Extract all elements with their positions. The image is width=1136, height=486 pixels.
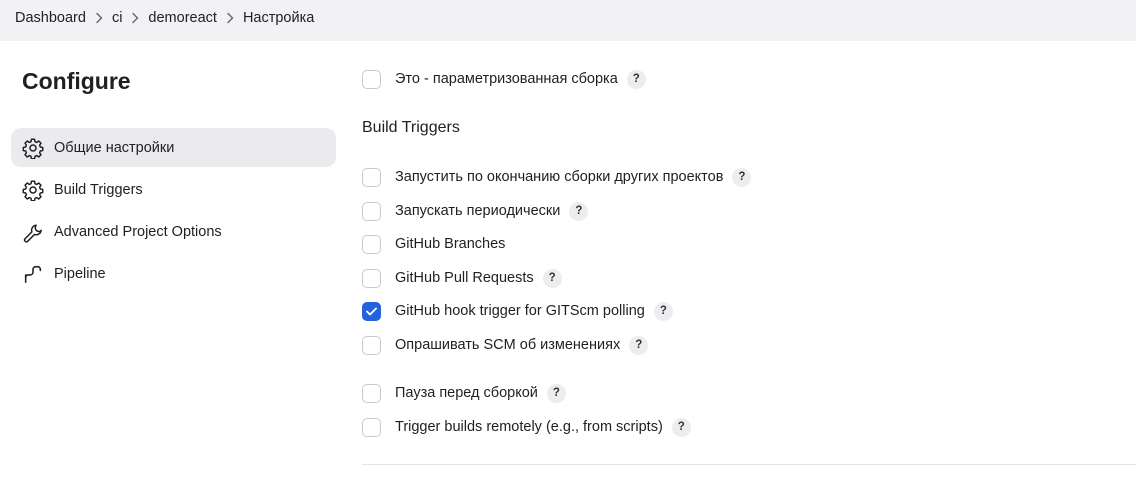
option-trigger-remotely: Trigger builds remotely (e.g., from scri… (362, 416, 691, 438)
parameterized-checkbox[interactable] (362, 69, 381, 89)
breadcrumb: Dashboard ci demoreact Настройка (15, 10, 314, 26)
breadcrumb-ci[interactable]: ci (112, 10, 122, 26)
github-pull-requests-checkbox[interactable] (362, 268, 381, 288)
sidebar-item-label: Общие настройки (54, 139, 175, 156)
help-icon[interactable]: ? (626, 69, 646, 89)
poll-scm-checkbox[interactable] (362, 335, 381, 355)
option-label: Пауза перед сборкой (395, 385, 538, 401)
gear-icon (21, 178, 45, 202)
wrench-icon (21, 220, 45, 244)
option-trigger-periodically: Запускать периодически ? (362, 200, 589, 222)
breadcrumb-bar: Dashboard ci demoreact Настройка (0, 0, 1136, 41)
trigger-after-other-projects-checkbox[interactable] (362, 167, 381, 187)
help-icon[interactable]: ? (671, 417, 691, 437)
sidebar-item-general[interactable]: Общие настройки (11, 128, 336, 167)
breadcrumb-dashboard[interactable]: Dashboard (15, 10, 86, 26)
option-github-hook-trigger: GitHub hook trigger for GITScm polling ? (362, 300, 673, 322)
option-poll-scm: Опрашивать SCM об изменениях ? (362, 334, 649, 356)
gear-icon (21, 136, 45, 160)
breadcrumb-demoreact[interactable]: demoreact (148, 10, 217, 26)
sidebar-item-build-triggers[interactable]: Build Triggers (11, 170, 336, 209)
quiet-period-checkbox[interactable] (362, 383, 381, 403)
help-icon[interactable]: ? (629, 335, 649, 355)
checkmark-icon (366, 307, 377, 315)
option-github-branches: GitHub Branches (362, 233, 505, 255)
help-icon[interactable]: ? (546, 383, 566, 403)
option-parameterized: Это - параметризованная сборка ? (362, 68, 646, 90)
page-title: Configure (22, 68, 131, 94)
section-divider (362, 464, 1136, 465)
option-label: Запустить по окончанию сборки других про… (395, 169, 724, 185)
sidebar-item-label: Advanced Project Options (54, 223, 222, 240)
option-label: Это - параметризованная сборка (395, 71, 618, 87)
chevron-right-icon (86, 10, 112, 26)
sidebar-item-label: Build Triggers (54, 181, 143, 198)
help-icon[interactable]: ? (653, 301, 673, 321)
breadcrumb-settings[interactable]: Настройка (243, 10, 314, 26)
option-trigger-after-other-projects: Запустить по окончанию сборки других про… (362, 166, 752, 188)
help-icon[interactable]: ? (732, 167, 752, 187)
help-icon[interactable]: ? (569, 201, 589, 221)
option-label: GitHub Pull Requests (395, 270, 534, 286)
option-label: GitHub hook trigger for GITScm polling (395, 303, 645, 319)
section-title-build-triggers: Build Triggers (362, 119, 460, 136)
help-icon[interactable]: ? (542, 268, 562, 288)
pipeline-icon (21, 262, 45, 286)
option-label: GitHub Branches (395, 236, 506, 252)
sidebar-item-advanced-project-options[interactable]: Advanced Project Options (11, 212, 336, 251)
github-hook-trigger-checkbox[interactable] (362, 301, 381, 321)
sidebar-item-pipeline[interactable]: Pipeline (11, 254, 336, 293)
trigger-periodically-checkbox[interactable] (362, 201, 381, 221)
trigger-remotely-checkbox[interactable] (362, 417, 381, 437)
chevron-right-icon (122, 10, 148, 26)
option-label: Запускать периодически (395, 203, 561, 219)
option-label: Trigger builds remotely (e.g., from scri… (395, 419, 663, 435)
option-quiet-period: Пауза перед сборкой ? (362, 382, 566, 404)
chevron-right-icon (217, 10, 243, 26)
option-label: Опрашивать SCM об изменениях (395, 337, 621, 353)
option-github-pull-requests: GitHub Pull Requests ? (362, 267, 562, 289)
sidebar-nav: Общие настройки Build Triggers Advanced … (11, 128, 336, 296)
sidebar-item-label: Pipeline (54, 265, 106, 282)
github-branches-checkbox[interactable] (362, 234, 381, 254)
